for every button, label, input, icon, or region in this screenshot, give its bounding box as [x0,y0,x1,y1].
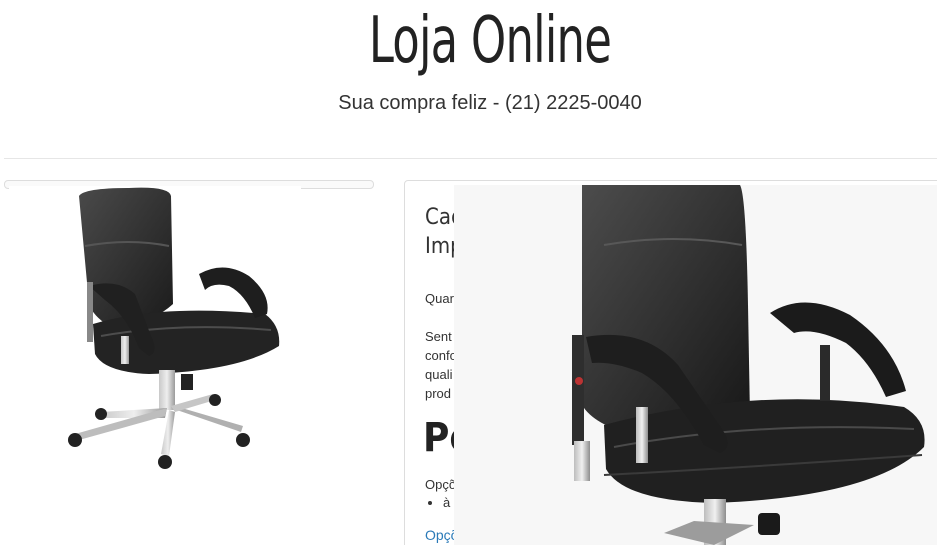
product-thumbnail[interactable] [9,186,301,476]
site-title: Loja Online [368,4,612,78]
site-subtitle: Sua compra feliz - (21) 2225-0040 [338,92,642,114]
options-item: à [443,495,450,510]
quantity-label: Quar [425,291,454,306]
options-list: à [443,495,450,510]
header-divider [4,158,937,159]
options-label: Opçõ [425,477,457,492]
office-chair-zoom-image [572,185,925,545]
zoom-image-overlay[interactable] [454,185,937,545]
office-chair-image [68,187,280,469]
